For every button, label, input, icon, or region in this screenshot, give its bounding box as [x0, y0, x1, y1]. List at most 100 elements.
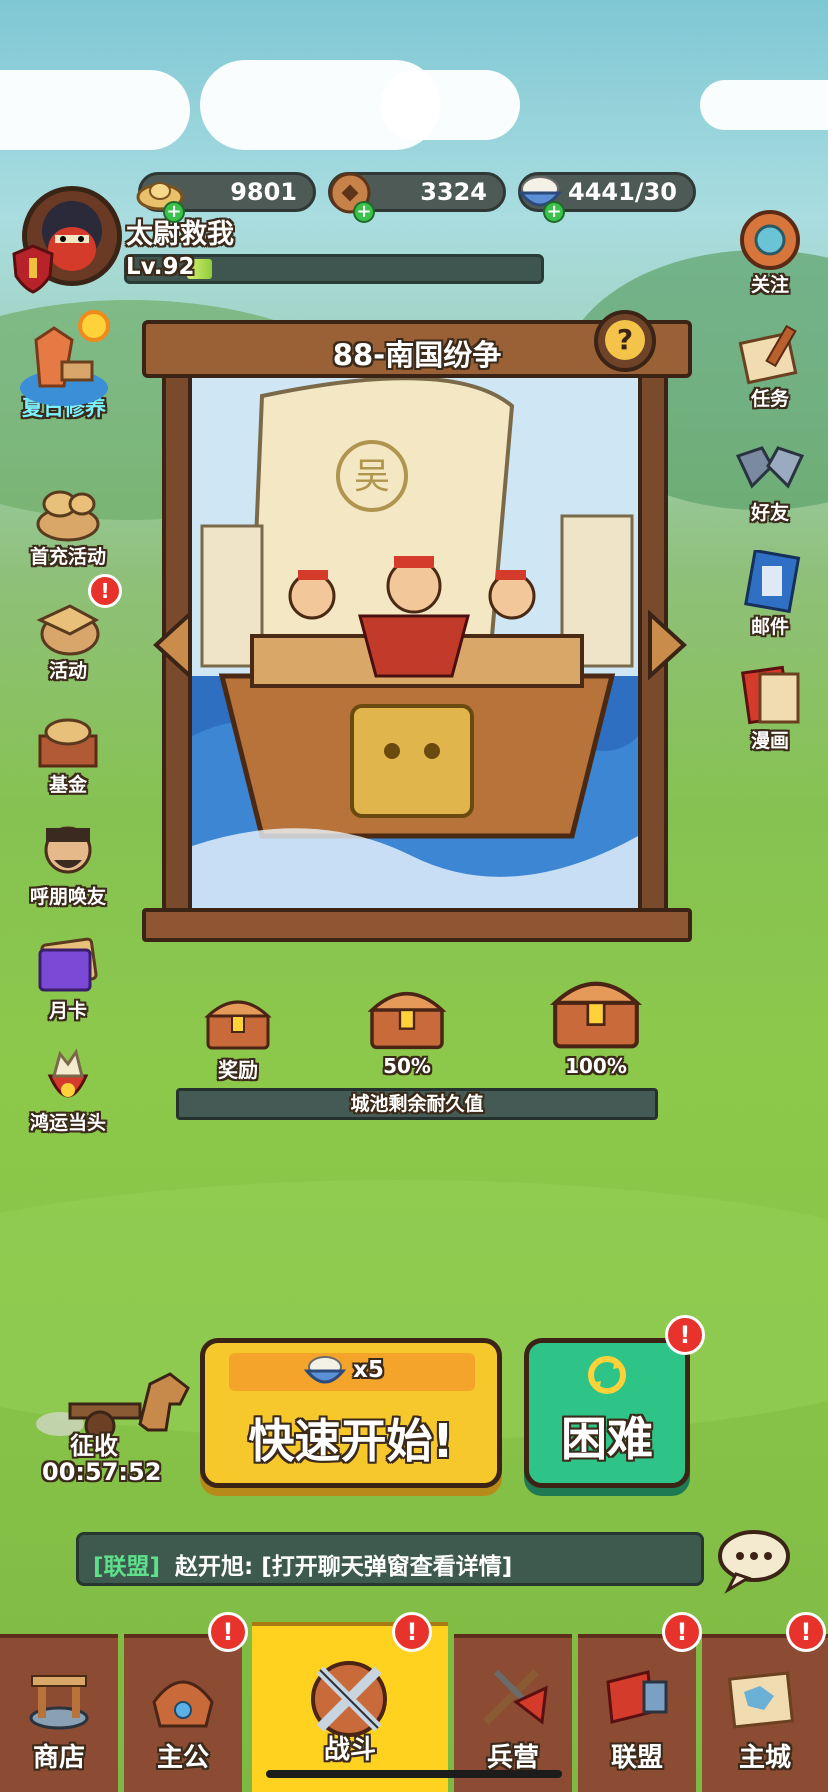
- monthly-card-icon: [30, 934, 106, 998]
- left-menu-label: 月卡: [48, 1000, 87, 1022]
- nav-alliance[interactable]: 联盟 !: [578, 1612, 702, 1792]
- first-recharge-icon: [30, 480, 106, 544]
- nav-alert-icon: !: [392, 1612, 432, 1652]
- left-menu-fund[interactable]: 基金: [18, 708, 118, 797]
- chest-icon: [549, 981, 643, 1049]
- gold-value: 9801: [230, 178, 297, 206]
- right-menu-mail[interactable]: 邮件: [720, 548, 820, 639]
- reward-chest-1[interactable]: 奖励: [196, 992, 280, 1083]
- nav-label: 商店: [32, 1743, 85, 1773]
- main-city-icon: [724, 1662, 798, 1736]
- right-menu-quest[interactable]: 任务: [720, 322, 820, 411]
- reward-chest-2[interactable]: 50%: [362, 982, 452, 1078]
- left-menu-summer[interactable]: 夏日修养: [14, 300, 114, 422]
- lucky-bag-icon: [30, 1046, 106, 1110]
- left-menu-first-recharge[interactable]: 首充活动: [18, 480, 118, 569]
- right-menu-label: 关注: [750, 274, 789, 296]
- nav-label: 主城: [738, 1743, 791, 1773]
- summer-event-icon: [14, 300, 114, 410]
- gold-ingot-icon: +: [135, 169, 185, 223]
- reward-chest-3[interactable]: 100%: [546, 970, 646, 1078]
- chest-icon: [204, 1000, 272, 1050]
- reward-label: 奖励: [218, 1058, 258, 1082]
- invite-friends-icon: [30, 820, 106, 884]
- rice-bowl-icon: +: [515, 169, 565, 223]
- collect-label: 征收: [70, 1432, 118, 1460]
- left-menu-label: 活动: [48, 660, 87, 682]
- activity-alert-icon: !: [88, 574, 122, 608]
- nav-barracks[interactable]: 兵营: [454, 1634, 572, 1792]
- chat-bubble-button[interactable]: [716, 1526, 796, 1594]
- player-level: Lv.92: [126, 254, 195, 280]
- left-menu-label: 鸿运当头: [29, 1112, 106, 1134]
- left-menu-lucky[interactable]: 鸿运当头: [18, 1046, 118, 1135]
- chat-channel: [联盟]: [93, 1554, 161, 1580]
- alliance-icon: [600, 1662, 674, 1736]
- difficulty-button[interactable]: 困难 !: [524, 1315, 705, 1488]
- nav-alert-icon: !: [786, 1612, 826, 1652]
- quest-icon: [732, 322, 808, 386]
- left-menu-label: 首充活动: [29, 546, 106, 568]
- shop-icon: [22, 1662, 96, 1736]
- nav-shop[interactable]: 商店: [0, 1634, 118, 1792]
- right-menu-label: 漫画: [750, 730, 789, 752]
- right-menu-label: 任务: [750, 388, 789, 410]
- add-food-icon[interactable]: +: [543, 201, 565, 223]
- chat-message: 赵开旭: [打开聊天弹窗查看详情]: [175, 1554, 513, 1580]
- chevron-left-icon: [153, 609, 192, 681]
- nav-alert-icon: !: [662, 1612, 702, 1652]
- food-resource[interactable]: + 4441/30: [517, 172, 696, 223]
- add-gold-icon[interactable]: +: [163, 201, 185, 223]
- quick-start-cost: x5: [353, 1357, 384, 1383]
- collect-cart[interactable]: 征收 00:57:52: [30, 1364, 200, 1494]
- fund-icon: [30, 708, 106, 772]
- chevron-right-icon: [648, 609, 687, 681]
- collect-timer: 00:57:52: [42, 1458, 162, 1486]
- durability-label: 城池剩余耐久值: [350, 1093, 484, 1115]
- nav-main-city[interactable]: 主城 !: [702, 1612, 828, 1792]
- left-menu-monthly-card[interactable]: 月卡: [18, 934, 118, 1023]
- chat-bubble-icon: [718, 1530, 790, 1594]
- chat-bar[interactable]: [联盟] 赵开旭: [打开聊天弹窗查看详情]: [76, 1532, 704, 1586]
- left-menu-invite[interactable]: 呼朋唤友: [18, 820, 118, 909]
- durability-bar: 城池剩余耐久值: [176, 1088, 658, 1120]
- help-icon: ?: [605, 320, 645, 360]
- follow-icon: [732, 208, 808, 272]
- nav-label: 主公: [156, 1743, 209, 1773]
- quick-start-label: 快速开始!: [248, 1414, 454, 1468]
- copper-coin-icon: +: [325, 169, 375, 223]
- nav-label: 兵营: [486, 1743, 539, 1773]
- gold-resource[interactable]: + 9801: [136, 172, 316, 223]
- sail-mark: 吴: [354, 456, 390, 497]
- stage-frame[interactable]: 吴 88-南国纷争 ?: [142, 310, 692, 942]
- friends-icon: [732, 436, 808, 500]
- left-menu-label: 基金: [48, 774, 87, 796]
- reward-label: 50%: [383, 1054, 431, 1078]
- home-indicator: [266, 1770, 562, 1778]
- add-coin-icon[interactable]: +: [353, 201, 375, 223]
- nav-alert-icon: !: [208, 1612, 248, 1652]
- right-menu-friends[interactable]: 好友: [720, 436, 820, 525]
- prev-stage-button[interactable]: [150, 609, 194, 681]
- coin-resource[interactable]: + 3324: [328, 172, 506, 223]
- mail-icon: [732, 548, 808, 614]
- stage-illustration: 吴: [192, 376, 638, 912]
- right-menu-label: 邮件: [750, 616, 789, 638]
- left-menu-label: 呼朋唤友: [29, 886, 106, 908]
- quick-start-button[interactable]: x5 快速开始!: [200, 1338, 502, 1488]
- left-menu-activity[interactable]: ! 活动: [18, 574, 122, 683]
- nav-lord[interactable]: 主公 !: [124, 1612, 248, 1792]
- lord-icon: [146, 1662, 220, 1736]
- nav-label: 联盟: [610, 1743, 663, 1773]
- comic-icon: [732, 664, 808, 728]
- rank-shield-icon: [12, 244, 54, 294]
- nav-battle[interactable]: 战斗 !: [252, 1612, 448, 1792]
- right-menu-label: 好友: [750, 502, 789, 524]
- reward-label: 100%: [565, 1054, 627, 1078]
- right-menu-follow[interactable]: 关注: [720, 208, 820, 297]
- activity-icon: !: [30, 574, 122, 658]
- help-button[interactable]: ?: [594, 310, 656, 372]
- right-menu-comic[interactable]: 漫画: [720, 664, 820, 753]
- next-stage-button[interactable]: [646, 609, 690, 681]
- barracks-icon: [476, 1662, 550, 1736]
